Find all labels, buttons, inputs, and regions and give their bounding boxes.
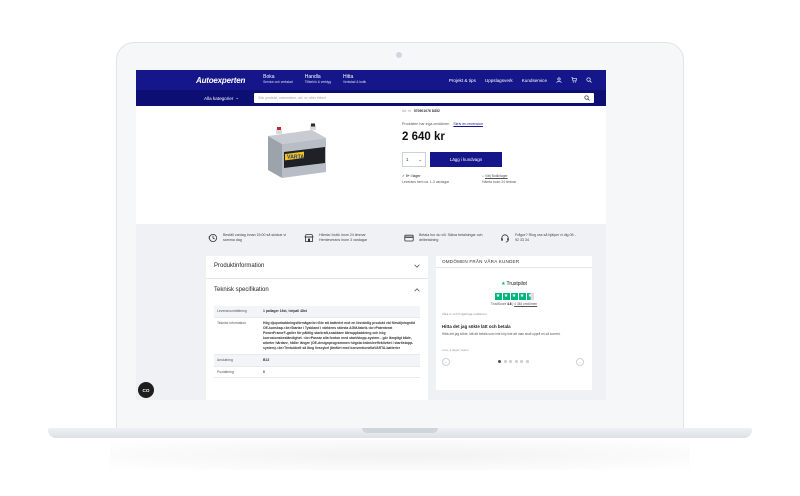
table-row: Poolaltning 0	[214, 367, 420, 379]
chevron-down-icon: ⌄	[418, 156, 422, 162]
search-icon[interactable]	[586, 77, 592, 83]
nav-link-uppslagsverk[interactable]: Uppslagsverk	[485, 78, 513, 83]
laptop-camera	[396, 52, 402, 58]
nav-link-kundservice[interactable]: Kundservice	[522, 78, 547, 83]
nav-item-hitta[interactable]: Hitta Verkstad & butik	[343, 75, 366, 84]
trustpilot-logo: Trustpilot	[506, 281, 527, 287]
search-input[interactable]: Sök produkt, varumärke, art. nr. eller f…	[254, 93, 594, 103]
product-section: VARTA Art. nr. 570901076 D852 Produkten …	[136, 106, 606, 224]
table-row: Anslutning B13	[214, 354, 420, 367]
reviews-card: OMDÖMEN FRÅN VÅRA KUNDER ★ Trustpilot ★ ★…	[436, 256, 592, 390]
chat-button[interactable]: CO	[138, 382, 154, 398]
star-icon: ★	[526, 293, 534, 300]
reviews-note: Våra 4- och 5-stjärniga omdömen	[442, 312, 487, 316]
stock-status: ✓ 5+ i lager Leverans hem ca. 1-3 vardag…	[402, 174, 450, 184]
store-pickup: ⌂ Välj Butik/lager Hämta inom 24 timmar	[482, 174, 517, 184]
carousel-next-button[interactable]: ›	[576, 358, 584, 366]
search-placeholder: Sök produkt, varumärke, art. nr. eller f…	[258, 96, 326, 100]
chevron-up-icon	[414, 288, 420, 292]
trustscore: TrustScore 4.6 | 4 384 omdömen	[490, 302, 538, 306]
divider	[206, 278, 428, 279]
usp-shipping: Beställ vardag innan 15:00 så skickar vi…	[208, 233, 287, 243]
star-icon: ★	[502, 293, 510, 300]
check-icon: ✓	[402, 174, 405, 178]
cart-icon[interactable]	[571, 77, 577, 83]
headset-icon	[501, 234, 509, 243]
carousel-dot[interactable]	[498, 360, 501, 363]
carousel-dot[interactable]	[503, 360, 507, 363]
browser-screen: Autoexperten Boka Service och verkstad H…	[136, 70, 606, 400]
top-nav: Autoexperten Boka Service och verkstad H…	[136, 70, 606, 90]
laptop-notch	[362, 428, 438, 433]
rating-row: Produkten har inga omdömen Skriv en rece…	[402, 122, 483, 126]
credit-card-icon	[404, 234, 414, 242]
star-icon: ★	[494, 293, 502, 300]
chevron-down-icon	[414, 264, 420, 268]
accordion-tech-spec[interactable]: Teknisk specifikation	[206, 280, 428, 300]
usp-payment: Betala hur du vill. Säkra betalningar oc…	[404, 233, 483, 243]
carousel-dot[interactable]	[514, 360, 518, 363]
search-icon[interactable]	[584, 95, 590, 101]
usp-bar: Beställ vardag innan 15:00 så skickar vi…	[136, 224, 606, 254]
nav-right: Projekt & tips Uppslagsverk Kundservice	[449, 70, 592, 90]
nav-item-boka[interactable]: Boka Service och verkstad	[263, 75, 293, 84]
star-icon: ★	[501, 281, 506, 287]
quantity-select[interactable]: 1 ⌄	[402, 152, 426, 167]
nav-item-handla[interactable]: Handla Tillbehör & verktyg	[305, 75, 331, 84]
review-heading: Hitta det jag sökte lätt och betala	[442, 324, 511, 329]
review-date: Lina, 3 dagar sedan	[442, 348, 469, 352]
article-number: Art. nr. 570901076 D852	[402, 109, 440, 113]
add-to-cart-button[interactable]: Lägg i kundvagn	[430, 152, 502, 167]
all-categories-button[interactable]: Alla kategorier ⌄	[204, 95, 239, 101]
choose-store-link[interactable]: Välj Butik/lager	[485, 174, 508, 178]
stage: Autoexperten Boka Service och verkstad H…	[0, 0, 800, 496]
carousel-dot[interactable]	[509, 360, 512, 363]
carousel-dots	[498, 360, 529, 363]
accordion-product-info[interactable]: Produktinformation	[206, 256, 428, 276]
battery-brand-label: VARTA	[287, 155, 304, 161]
product-accordion: Produktinformation Teknisk specifikation…	[206, 256, 428, 400]
no-reviews-text: Produkten har inga omdömen	[402, 122, 450, 126]
usp-pickup: Hämta i butik inom 24 timmar Hemleverans…	[304, 233, 383, 243]
carousel-dot[interactable]	[520, 360, 523, 363]
table-row: Leveransomfattning 1 pallager 16st, help…	[214, 306, 420, 318]
review-body: Hitta det jag sökte, lätt att betala som…	[442, 332, 561, 336]
table-row: Teknisk information Hög djupurladdningsf…	[214, 318, 420, 355]
star-icon: ★	[510, 293, 518, 300]
laptop-shadow	[110, 440, 690, 470]
fast-delivery-icon	[208, 234, 217, 242]
chevron-down-icon: ⌄	[235, 95, 240, 100]
store-icon	[304, 234, 314, 242]
trustpilot-stars: ★ ★ ★ ★ ★	[436, 293, 592, 300]
site-logo[interactable]: Autoexperten	[196, 76, 245, 85]
nav-link-projekt[interactable]: Projekt & tips	[449, 78, 476, 83]
write-review-link[interactable]: Skriv en recension	[453, 122, 483, 126]
store-icon: ⌂	[482, 174, 485, 178]
carousel-prev-button[interactable]: ‹	[442, 358, 450, 366]
reviews-title: OMDÖMEN FRÅN VÅRA KUNDER	[442, 259, 520, 264]
star-icon: ★	[518, 293, 526, 300]
divider	[436, 267, 592, 268]
product-price: 2 640 kr	[402, 131, 445, 143]
spec-table: Leveransomfattning 1 pallager 16st, help…	[214, 306, 420, 379]
usp-support: Frågor? Ring oss så hjälper vi dig 08 - …	[500, 233, 579, 243]
trustpilot-widget[interactable]: ★ Trustpilot ★ ★ ★ ★ ★ TrustScore 4.6 | 4…	[436, 272, 592, 306]
carousel-dot[interactable]	[525, 360, 529, 363]
user-icon[interactable]	[556, 77, 562, 83]
battery-product-image: VARTA	[268, 123, 326, 178]
